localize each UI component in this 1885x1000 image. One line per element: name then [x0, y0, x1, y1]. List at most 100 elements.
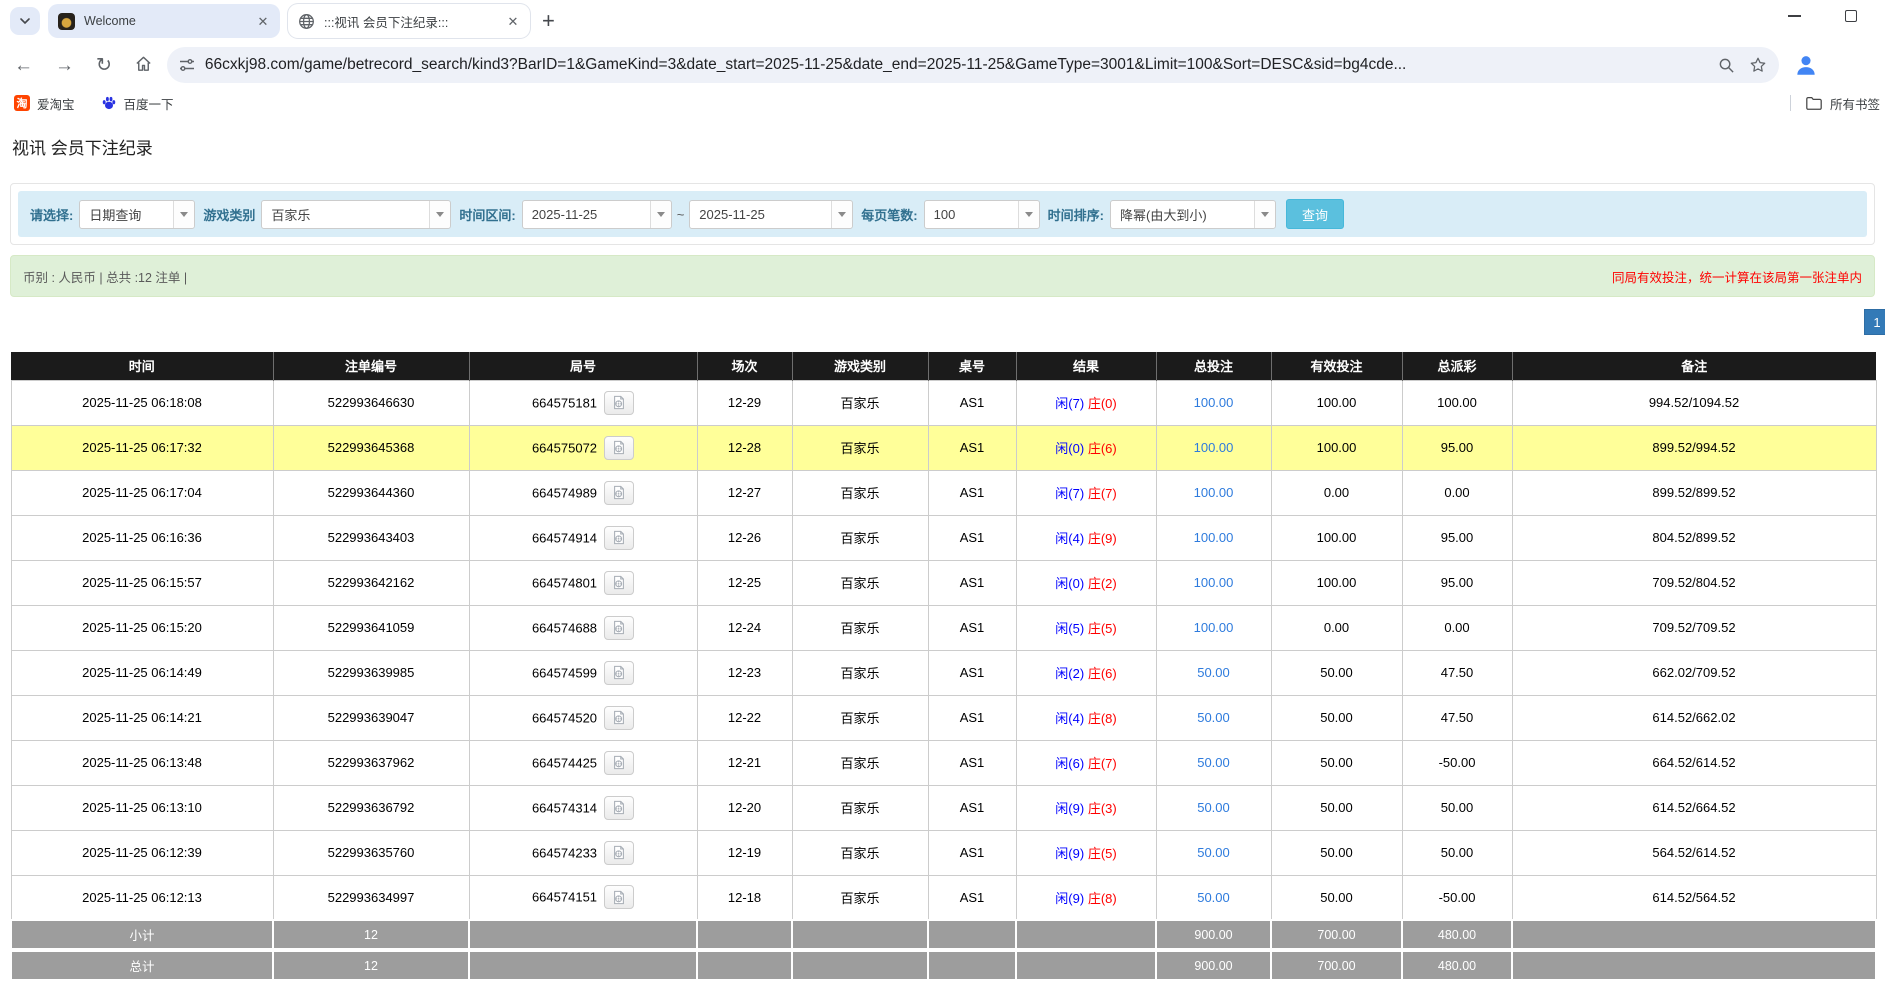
dropdown-arrow-icon[interactable]	[429, 201, 450, 228]
back-icon[interactable]: ←	[14, 56, 33, 75]
profile-avatar[interactable]	[1793, 52, 1819, 78]
tab-search-button[interactable]	[10, 7, 40, 35]
cell-game-kind: 百家乐	[792, 695, 928, 740]
video-replay-button[interactable]	[604, 616, 634, 640]
url-text[interactable]: 66cxkj98.com/game/betrecord_search/kind3…	[205, 56, 1704, 74]
table-row: 2025-11-25 06:17:32 522993645368 6645750…	[11, 425, 1876, 470]
total-bet-link[interactable]: 50.00	[1197, 800, 1230, 815]
cell-bet-id: 522993634997	[273, 875, 469, 920]
cell-game-kind: 百家乐	[792, 830, 928, 875]
close-icon[interactable]: ✕	[254, 12, 272, 30]
player-result: 闲(5)	[1055, 621, 1084, 636]
total-bet-link[interactable]: 50.00	[1197, 755, 1230, 770]
zoom-icon[interactable]	[1718, 57, 1735, 74]
total-bet-link[interactable]: 100.00	[1194, 440, 1234, 455]
cell-remark: 614.52/664.52	[1512, 785, 1876, 830]
cell-total-bet[interactable]: 100.00	[1156, 605, 1271, 650]
cell-total-bet[interactable]: 100.00	[1156, 380, 1271, 425]
total-bet-link[interactable]: 100.00	[1194, 530, 1234, 545]
reload-icon[interactable]: ↻	[96, 56, 112, 75]
close-icon[interactable]: ✕	[504, 12, 522, 30]
total-bet-link[interactable]: 100.00	[1194, 395, 1234, 410]
cell-valid-bet: 100.00	[1271, 425, 1402, 470]
video-replay-button[interactable]	[604, 391, 634, 415]
cell-total-bet[interactable]: 50.00	[1156, 650, 1271, 695]
video-replay-button[interactable]	[604, 885, 634, 909]
forward-icon[interactable]: →	[55, 56, 74, 75]
cell-total-bet[interactable]: 50.00	[1156, 830, 1271, 875]
bet-table-body: 2025-11-25 06:18:08 522993646630 6645751…	[11, 380, 1876, 920]
dropdown-arrow-icon[interactable]	[1254, 201, 1275, 228]
sort-select[interactable]: 降幂(由大到小)	[1110, 200, 1276, 229]
cell-table-no: AS1	[928, 650, 1016, 695]
cell-valid-bet: 0.00	[1271, 470, 1402, 515]
video-replay-button[interactable]	[604, 571, 634, 595]
video-replay-button[interactable]	[604, 436, 634, 460]
cell-round-id: 664574233	[469, 830, 697, 875]
cell-total-bet[interactable]: 50.00	[1156, 740, 1271, 785]
total-bet-link[interactable]: 100.00	[1194, 620, 1234, 635]
cell-total-bet[interactable]: 50.00	[1156, 875, 1271, 920]
player-result: 闲(7)	[1055, 396, 1084, 411]
total-bet-link[interactable]: 50.00	[1197, 665, 1230, 680]
cell-total-bet[interactable]: 100.00	[1156, 515, 1271, 560]
bookmark-taobao[interactable]: 淘 爱淘宝	[14, 94, 75, 113]
cell-bet-id: 522993646630	[273, 380, 469, 425]
date-end-select[interactable]: 2025-11-25	[689, 200, 853, 229]
home-icon[interactable]	[134, 54, 153, 77]
cell-total-bet[interactable]: 100.00	[1156, 470, 1271, 515]
game-kind-label: 游戏类别	[203, 205, 255, 224]
dropdown-arrow-icon[interactable]	[1018, 201, 1039, 228]
film-icon	[612, 620, 626, 635]
film-icon	[612, 665, 626, 680]
video-replay-button[interactable]	[604, 481, 634, 505]
cell-valid-bet: 100.00	[1271, 380, 1402, 425]
dropdown-arrow-icon[interactable]	[831, 201, 852, 228]
dropdown-arrow-icon[interactable]	[173, 201, 194, 228]
total-bet-link[interactable]: 50.00	[1197, 890, 1230, 905]
cell-result: 闲(5) 庄(5)	[1016, 605, 1156, 650]
total-bet-link[interactable]: 100.00	[1194, 485, 1234, 500]
cell-total-bet[interactable]: 100.00	[1156, 560, 1271, 605]
video-replay-button[interactable]	[604, 706, 634, 730]
cell-valid-bet: 0.00	[1271, 605, 1402, 650]
header-valid-bet: 有效投注	[1271, 352, 1402, 380]
per-page-label: 每页笔数:	[861, 205, 917, 224]
game-kind-select[interactable]: 百家乐	[261, 200, 451, 229]
cell-remark: 804.52/899.52	[1512, 515, 1876, 560]
page-1-button[interactable]: 1	[1864, 309, 1885, 335]
video-replay-button[interactable]	[604, 661, 634, 685]
video-replay-button[interactable]	[604, 751, 634, 775]
address-bar[interactable]: 66cxkj98.com/game/betrecord_search/kind3…	[167, 47, 1779, 83]
tab-welcome[interactable]: Welcome ✕	[48, 4, 280, 38]
cell-total-bet[interactable]: 50.00	[1156, 695, 1271, 740]
site-settings-icon[interactable]	[179, 57, 195, 73]
window-minimize-button[interactable]	[1788, 15, 1801, 17]
total-bet-link[interactable]: 50.00	[1197, 710, 1230, 725]
globe-icon	[298, 13, 315, 30]
window-maximize-button[interactable]	[1845, 10, 1857, 22]
dropdown-arrow-icon[interactable]	[650, 201, 671, 228]
date-start-select[interactable]: 2025-11-25	[522, 200, 672, 229]
query-type-select[interactable]: 日期查询	[79, 200, 195, 229]
per-page-select[interactable]: 100	[924, 200, 1040, 229]
video-replay-button[interactable]	[604, 526, 634, 550]
new-tab-button[interactable]: +	[542, 8, 555, 34]
cell-total-bet[interactable]: 50.00	[1156, 785, 1271, 830]
video-replay-button[interactable]	[604, 841, 634, 865]
video-replay-button[interactable]	[604, 796, 634, 820]
bookmark-star-icon[interactable]	[1749, 56, 1767, 74]
cell-payout: 95.00	[1402, 560, 1512, 605]
bookmark-baidu[interactable]: 百度一下	[101, 94, 174, 113]
all-bookmarks[interactable]: 所有书签	[1790, 88, 1885, 118]
cell-session: 12-28	[697, 425, 792, 470]
total-bet-link[interactable]: 100.00	[1194, 575, 1234, 590]
select-label: 请选择:	[30, 205, 73, 224]
tab-bet-record[interactable]: :::视讯 会员下注纪录::: ✕	[288, 4, 530, 38]
total-bet-link[interactable]: 50.00	[1197, 845, 1230, 860]
table-row: 2025-11-25 06:13:10 522993636792 6645743…	[11, 785, 1876, 830]
search-button[interactable]: 查询	[1286, 199, 1344, 229]
cell-time: 2025-11-25 06:17:04	[11, 470, 273, 515]
cell-game-kind: 百家乐	[792, 515, 928, 560]
cell-total-bet[interactable]: 100.00	[1156, 425, 1271, 470]
